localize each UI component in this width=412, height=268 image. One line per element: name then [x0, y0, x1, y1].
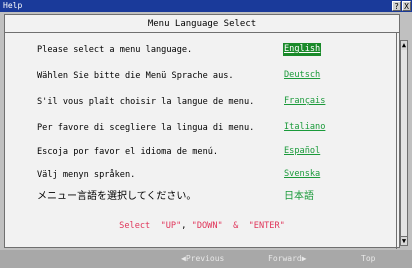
language-option-english[interactable]: English [283, 43, 322, 56]
prompt-spanish: Escoja por favor el idioma de menú. [37, 147, 219, 157]
hint-ampersand: & [233, 221, 239, 231]
key-hint: Select "UP", "DOWN" & "ENTER" [5, 221, 399, 231]
title-bar-buttons: ? X [392, 0, 412, 12]
prompt-italian: Per favore di scegliere la lingua di men… [37, 123, 255, 133]
prompt-german: Wählen Sie bitte die Menü Sprache aus. [37, 71, 234, 81]
hint-enter-key: "ENTER" [248, 221, 285, 231]
top-button[interactable]: Top [361, 250, 375, 268]
language-option-french[interactable]: Français [283, 95, 326, 108]
prompt-japanese: メニュー言語を選択してください。 [37, 191, 197, 202]
hint-down-key: "DOWN" [191, 221, 223, 231]
language-option-japanese[interactable]: 日本語 [283, 190, 315, 203]
language-option-german[interactable]: Deutsch [283, 69, 321, 82]
previous-button[interactable]: ◀Previous [181, 250, 224, 268]
page-title: Menu Language Select [5, 15, 399, 33]
scroll-up-arrow-icon[interactable]: ▲ [401, 41, 407, 50]
forward-button[interactable]: Forward▶ [268, 250, 307, 268]
hint-select: Select [119, 221, 151, 231]
prompt-french: S'il vous plaît choisir la langue de men… [37, 97, 255, 107]
close-button[interactable]: X [402, 1, 411, 11]
navigation-bar: ◀Previous Forward▶ Top [0, 250, 412, 268]
panel-divider [396, 33, 397, 249]
language-option-swedish[interactable]: Svenska [283, 168, 321, 181]
hint-comma: , [181, 221, 187, 231]
menu-panel: Menu Language Select Please select a men… [4, 14, 400, 249]
prompt-swedish: Välj menyn språken. [37, 170, 136, 180]
window-title: Help [3, 1, 23, 10]
title-bar: Help ? X [0, 0, 412, 12]
hint-up-key: "UP" [160, 221, 182, 231]
scroll-down-arrow-icon[interactable]: ▼ [401, 236, 407, 245]
help-button[interactable]: ? [392, 1, 401, 11]
language-option-italian[interactable]: Italiano [283, 121, 326, 134]
prompt-english: Please select a menu language. [37, 45, 193, 55]
language-option-spanish[interactable]: Español [283, 145, 321, 158]
scrollbar[interactable]: ▲ ▼ [400, 40, 408, 246]
